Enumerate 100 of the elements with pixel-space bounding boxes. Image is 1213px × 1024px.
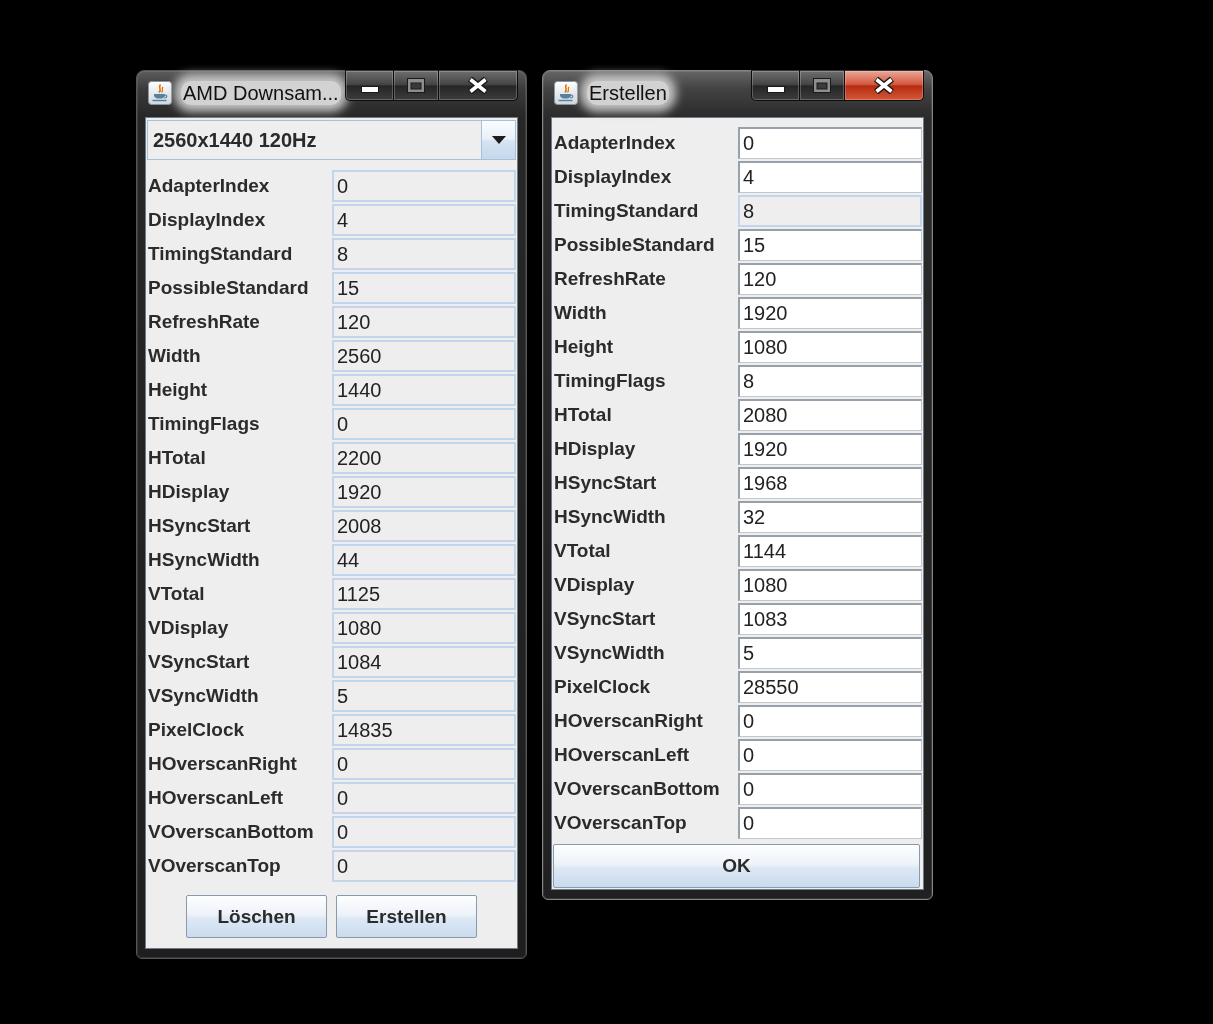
field-label: HOverscanLeft <box>554 744 690 766</box>
text-field[interactable]: 8 <box>738 195 922 227</box>
text-field[interactable]: 4 <box>738 161 922 193</box>
text-field[interactable]: 0 <box>738 807 922 839</box>
field-label: VSyncWidth <box>554 642 665 664</box>
maximize-button[interactable] <box>800 70 845 101</box>
text-field[interactable]: 44 <box>332 544 516 576</box>
text-field[interactable]: 120 <box>738 263 922 295</box>
field-label: VOverscanTop <box>148 855 281 877</box>
text-field[interactable]: 0 <box>738 773 922 805</box>
field-label: TimingFlags <box>554 370 666 392</box>
maximize-icon <box>813 78 831 93</box>
field-label: HSyncStart <box>554 472 657 494</box>
minimize-icon <box>360 86 379 93</box>
text-field[interactable]: 1144 <box>738 535 922 567</box>
field-label: VOverscanTop <box>554 812 687 834</box>
text-field[interactable]: 0 <box>738 705 922 737</box>
text-field[interactable]: 8 <box>332 238 516 270</box>
text-field[interactable]: 0 <box>332 850 516 882</box>
field-label: VSyncStart <box>148 651 250 673</box>
field-label: HSyncWidth <box>148 549 260 571</box>
field-label: TimingFlags <box>148 413 260 435</box>
field-label: RefreshRate <box>148 311 260 333</box>
field-label: PossibleStandard <box>554 234 715 256</box>
dialog-button[interactable]: Erstellen <box>336 895 477 938</box>
text-field[interactable]: 120 <box>332 306 516 338</box>
field-label: HOverscanLeft <box>148 787 284 809</box>
text-field[interactable]: 2560 <box>332 340 516 372</box>
field-label: AdapterIndex <box>148 175 270 197</box>
field-label: PossibleStandard <box>148 277 309 299</box>
text-field[interactable]: 32 <box>738 501 922 533</box>
dialog-button[interactable]: Löschen <box>186 895 327 938</box>
minimize-button[interactable] <box>345 70 394 101</box>
field-label: DisplayIndex <box>554 166 672 188</box>
close-icon <box>467 77 489 94</box>
coffee-cup-icon <box>148 80 172 105</box>
field-label: HDisplay <box>148 481 230 503</box>
text-field[interactable]: 2200 <box>332 442 516 474</box>
minimize-icon <box>766 86 785 93</box>
field-label: Width <box>148 345 201 367</box>
text-field[interactable]: 0 <box>332 408 516 440</box>
text-field[interactable]: 5 <box>332 680 516 712</box>
field-label: VDisplay <box>554 574 635 596</box>
text-field[interactable]: 15 <box>332 272 516 304</box>
text-field[interactable]: 1080 <box>738 331 922 363</box>
window-title: Erstellen <box>587 80 669 105</box>
text-field[interactable]: 4 <box>332 204 516 236</box>
text-field[interactable]: 0 <box>738 127 922 159</box>
text-field[interactable]: 1083 <box>738 603 922 635</box>
resolution-dropdown[interactable]: 2560x1440 120Hz <box>147 120 516 160</box>
field-label: HTotal <box>148 447 206 469</box>
field-label: Width <box>554 302 607 324</box>
text-field[interactable]: 1084 <box>332 646 516 678</box>
text-field[interactable]: 5 <box>738 637 922 669</box>
maximize-icon <box>407 78 425 93</box>
text-field[interactable]: 0 <box>332 816 516 848</box>
text-field[interactable]: 2008 <box>332 510 516 542</box>
field-label: AdapterIndex <box>554 132 676 154</box>
text-field[interactable]: 1125 <box>332 578 516 610</box>
text-field[interactable]: 1080 <box>332 612 516 644</box>
text-field[interactable]: 1968 <box>738 467 922 499</box>
dialog-button[interactable]: OK <box>553 844 920 888</box>
field-label: VTotal <box>554 540 611 562</box>
dropdown-arrow-button[interactable] <box>481 121 515 159</box>
text-field[interactable]: 1080 <box>738 569 922 601</box>
maximize-button[interactable] <box>394 70 439 101</box>
field-label: VSyncWidth <box>148 685 259 707</box>
close-button[interactable] <box>439 70 518 101</box>
text-field[interactable]: 15 <box>738 229 922 261</box>
field-label: PixelClock <box>554 676 651 698</box>
field-label: VDisplay <box>148 617 229 639</box>
field-label: VOverscanBottom <box>554 778 720 800</box>
text-field[interactable]: 2080 <box>738 399 922 431</box>
coffee-cup-icon <box>554 80 578 105</box>
text-field[interactable]: 8 <box>738 365 922 397</box>
text-field[interactable]: 0 <box>332 748 516 780</box>
text-field[interactable]: 1920 <box>738 297 922 329</box>
field-label: HSyncStart <box>148 515 251 537</box>
close-icon <box>873 77 895 94</box>
text-field[interactable]: 28550 <box>738 671 922 703</box>
field-label: VOverscanBottom <box>148 821 314 843</box>
field-label: TimingStandard <box>148 243 293 265</box>
field-label: RefreshRate <box>554 268 666 290</box>
text-field[interactable]: 1920 <box>332 476 516 508</box>
field-label: HOverscanRight <box>148 753 297 775</box>
text-field[interactable]: 1440 <box>332 374 516 406</box>
field-label: HDisplay <box>554 438 636 460</box>
window-title: AMD Downsam... <box>181 80 341 105</box>
text-field[interactable]: 1920 <box>738 433 922 465</box>
close-button[interactable] <box>845 70 924 101</box>
text-field[interactable]: 0 <box>738 739 922 771</box>
text-field[interactable]: 0 <box>332 782 516 814</box>
field-label: HSyncWidth <box>554 506 666 528</box>
text-field[interactable]: 0 <box>332 170 516 202</box>
text-field[interactable]: 14835 <box>332 714 516 746</box>
field-label: Height <box>554 336 614 358</box>
field-label: VSyncStart <box>554 608 656 630</box>
minimize-button[interactable] <box>751 70 800 101</box>
field-label: Height <box>148 379 208 401</box>
field-label: PixelClock <box>148 719 245 741</box>
